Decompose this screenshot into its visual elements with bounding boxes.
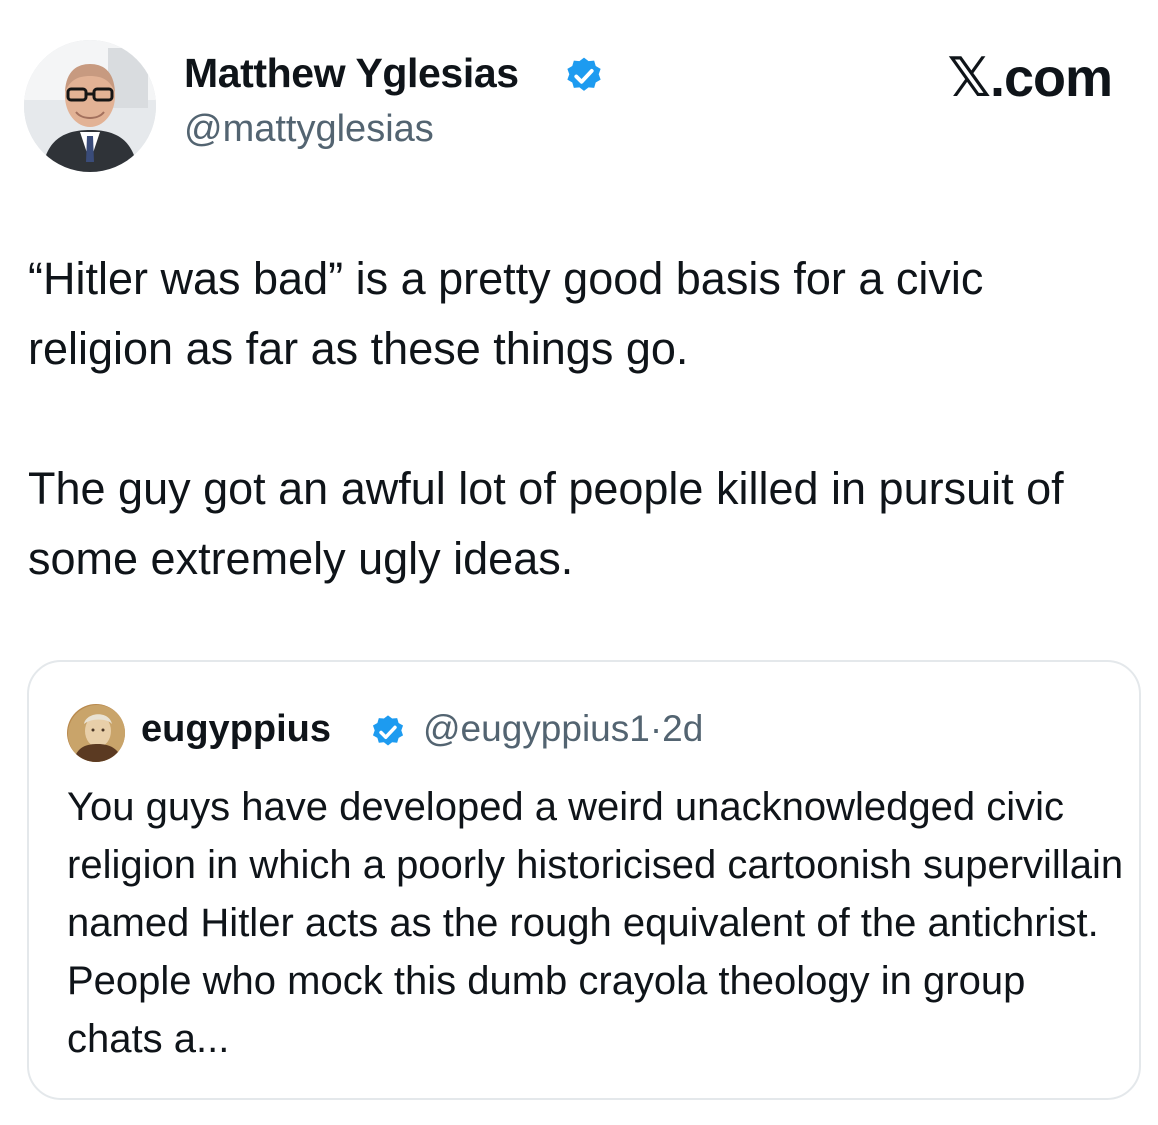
author-avatar[interactable] bbox=[24, 40, 156, 172]
verified-badge-icon bbox=[372, 715, 404, 746]
verified-badge-icon bbox=[567, 57, 601, 91]
quoted-timestamp[interactable]: 2d bbox=[662, 708, 703, 749]
quoted-tweet-text: You guys have developed a weird unacknow… bbox=[67, 785, 1124, 1061]
quoted-author-handle[interactable]: @eugyppius1 bbox=[423, 708, 650, 749]
tweet-text: “Hitler was bad” is a pretty good basis … bbox=[28, 253, 1064, 584]
meta-separator: · bbox=[649, 708, 663, 749]
profile-photo-icon bbox=[24, 40, 156, 172]
brand-logo: 𝕏.com bbox=[947, 48, 1113, 108]
quoted-author-name[interactable]: eugyppius bbox=[141, 708, 331, 751]
quoted-author-avatar[interactable] bbox=[67, 704, 125, 762]
quoted-tweet-card[interactable]: eugyppius @eugyppius1·2d You guys have d… bbox=[27, 660, 1141, 1100]
quoted-meta: @eugyppius1·2d bbox=[423, 708, 703, 750]
author-handle[interactable]: @mattyglesias bbox=[184, 108, 434, 151]
tweet-header: Matthew Yglesias @mattyglesias 𝕏.com bbox=[0, 0, 1158, 200]
portrait-avatar-icon bbox=[67, 704, 125, 762]
author-name[interactable]: Matthew Yglesias bbox=[184, 50, 519, 97]
